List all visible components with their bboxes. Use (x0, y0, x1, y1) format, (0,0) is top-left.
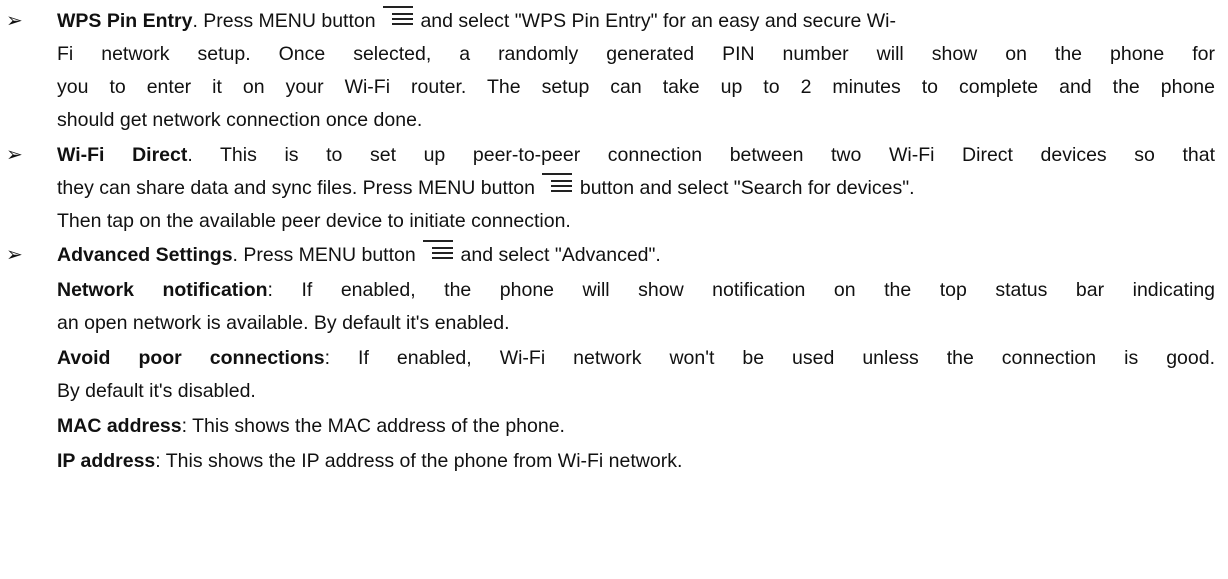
item-title: Wi-Fi Direct (57, 144, 188, 166)
setting-ip-address: IP address: This shows the IP address of… (57, 450, 683, 472)
text-line: should get network connection once done. (57, 109, 423, 131)
arrow-bullet-icon: ➢ (6, 144, 23, 166)
text-line: Advanced Settings. Press MENU button and… (57, 239, 661, 272)
menu-icon (542, 173, 573, 198)
item-title: WPS Pin Entry (57, 10, 193, 32)
text-line: Then tap on the available peer device to… (57, 210, 571, 232)
text-line: By default it's disabled. (57, 380, 256, 402)
text-line: they can share data and sync files. Pres… (57, 172, 915, 205)
setting-term: Avoid poor connections (57, 347, 325, 369)
setting-avoid-poor-connections: Avoid poor connections: If enabled, Wi-F… (57, 347, 1216, 369)
item-title: Advanced Settings (57, 244, 233, 266)
setting-term: Network notification (57, 279, 268, 301)
text-line: WPS Pin Entry. Press MENU button and sel… (57, 5, 896, 38)
arrow-bullet-icon: ➢ (6, 244, 23, 266)
setting-network-notification: Network notification: If enabled, the ph… (57, 279, 1216, 301)
text-line: you to enter it on your Wi-Fi router. Th… (57, 76, 1215, 98)
document-page: ➢ WPS Pin Entry. Press MENU button and s… (0, 0, 1228, 579)
setting-term: MAC address (57, 415, 182, 437)
text-line: an open network is available. By default… (57, 312, 510, 334)
text-line: Wi-Fi Direct. This is to set up peer-to-… (57, 144, 1215, 166)
arrow-bullet-icon: ➢ (6, 10, 23, 32)
menu-icon (383, 6, 414, 31)
setting-mac-address: MAC address: This shows the MAC address … (57, 415, 565, 437)
menu-icon (423, 240, 454, 265)
text-line: Fi network setup. Once selected, a rando… (57, 43, 1215, 65)
setting-term: IP address (57, 450, 156, 472)
